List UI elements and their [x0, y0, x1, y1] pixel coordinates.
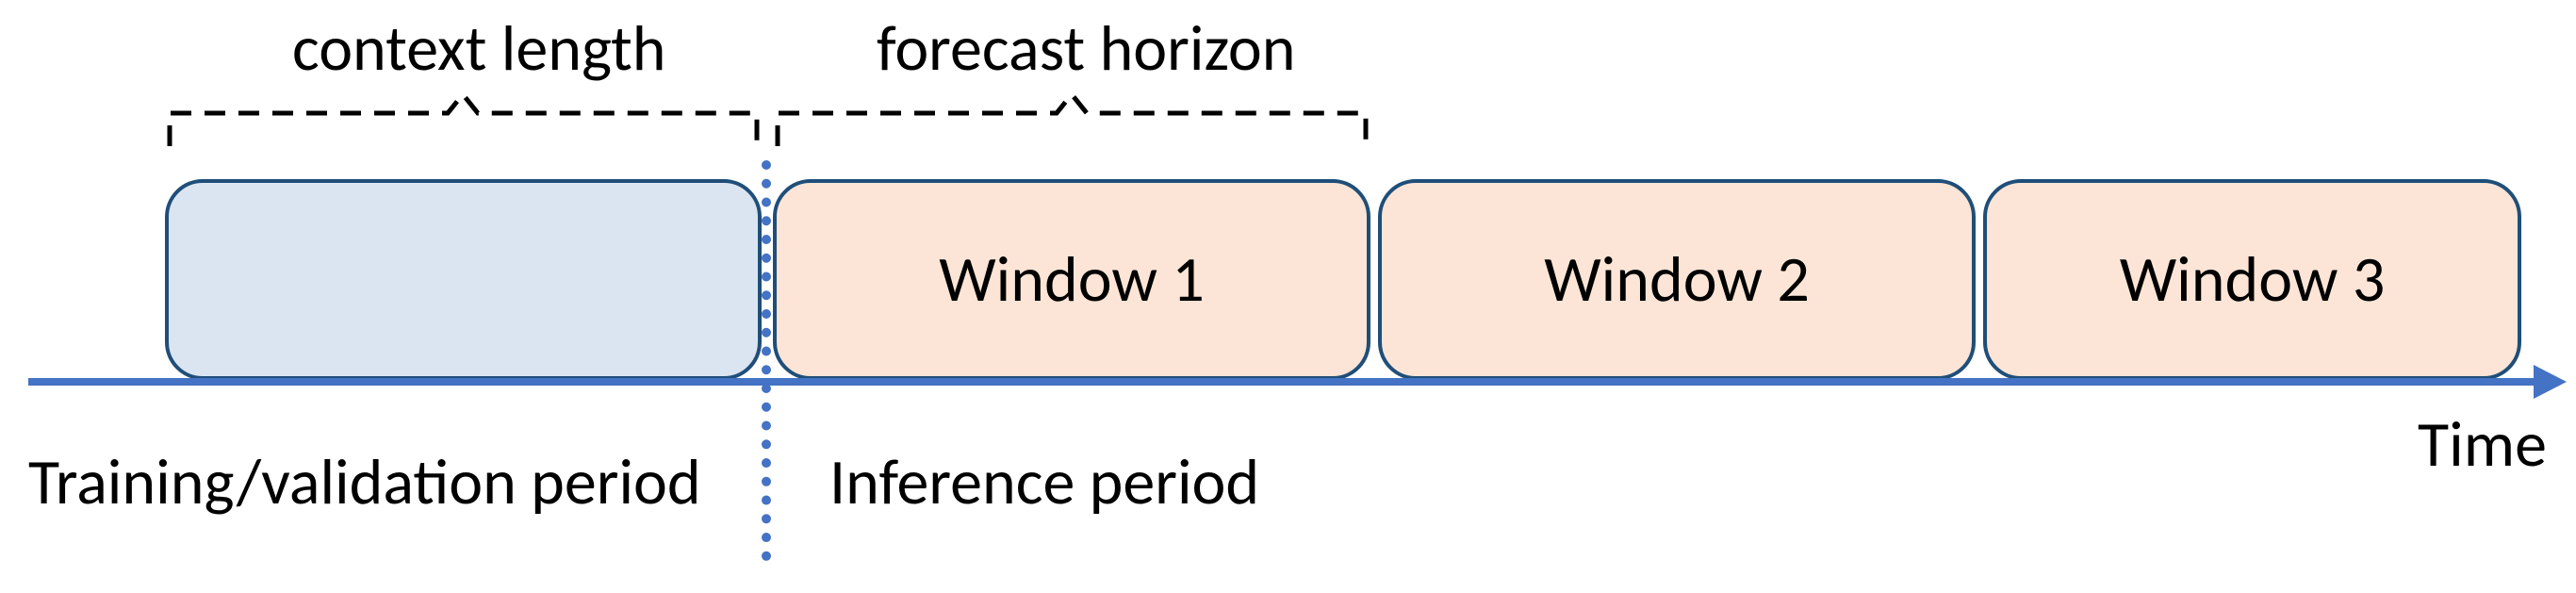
- window-3-box: Window 3: [1983, 179, 2521, 380]
- training-period-label: Training/validation period: [28, 443, 701, 521]
- time-axis-arrow-icon: [2534, 365, 2567, 399]
- time-axis-line: [28, 378, 2535, 386]
- window-3-label: Window 3: [2120, 240, 2386, 319]
- window-1-label: Window 1: [939, 240, 1205, 319]
- context-window-box: [165, 179, 762, 380]
- context-length-brace: [165, 90, 762, 156]
- context-length-label: context length: [292, 9, 665, 88]
- window-2-box: Window 2: [1378, 179, 1976, 380]
- window-1-box: Window 1: [773, 179, 1370, 380]
- period-separator: [762, 160, 771, 561]
- forecast-horizon-brace: [773, 90, 1370, 156]
- window-2-label: Window 2: [1544, 240, 1810, 319]
- forecast-horizon-label: forecast horizon: [877, 9, 1295, 88]
- time-axis-label: Time: [2418, 405, 2547, 484]
- timeline-diagram: context length forecast horizon Window 1…: [0, 0, 2576, 593]
- inference-period-label: Inference period: [829, 443, 1259, 521]
